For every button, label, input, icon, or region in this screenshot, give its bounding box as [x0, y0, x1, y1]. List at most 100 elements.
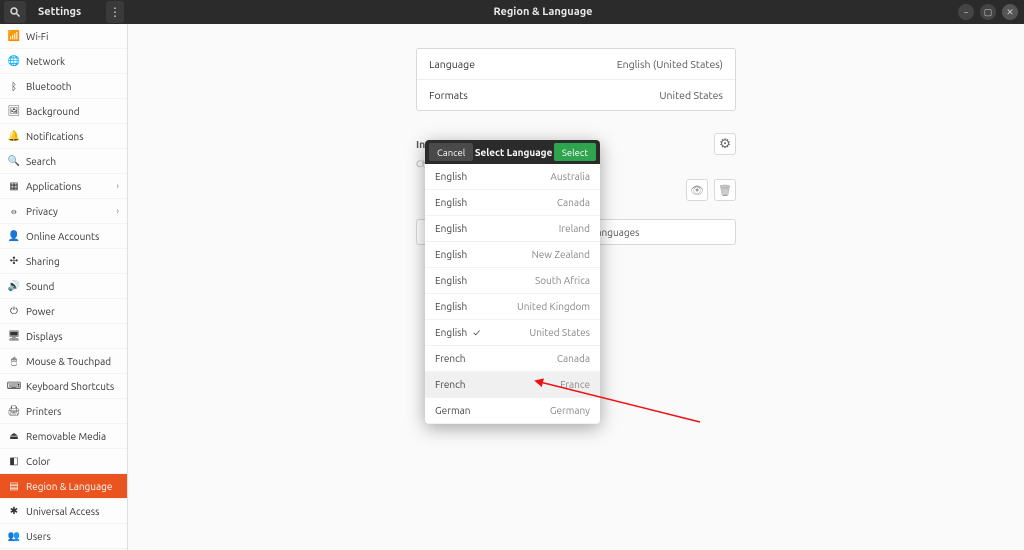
language-name: English [435, 275, 467, 286]
input-sources-settings-button[interactable]: ⚙ [714, 133, 736, 155]
sidebar-item-color[interactable]: ◧ Color [0, 449, 127, 474]
language-name: English [435, 223, 467, 234]
language-region: Germany [550, 405, 590, 416]
sidebar-item-search[interactable]: 🔍Search [0, 149, 127, 174]
maximize-button[interactable]: ▢ [980, 4, 996, 20]
sidebar-item-label: Privacy [26, 206, 110, 217]
sidebar-item-sharing[interactable]: ✣Sharing [0, 249, 127, 274]
sidebar[interactable]: 📶Wi-Fi🌐Network ᛒ Bluetooth 🖼 Background 🔔Noti… [0, 24, 128, 550]
language-option-french-france[interactable]: French France [425, 372, 600, 398]
sidebar-item-icon: ᛒ [8, 81, 20, 92]
sidebar-item-label: Printers [26, 406, 119, 417]
view-layout-button[interactable]: 👁 [686, 179, 708, 201]
region-panel: Language English (United States) Formats… [416, 48, 736, 111]
dialog-language-list[interactable]: EnglishAustraliaEnglishCanadaEnglishIrel… [425, 164, 600, 424]
language-option-english-canada[interactable]: EnglishCanada [425, 190, 600, 216]
sidebar-item-icon: 🖨 [8, 405, 20, 417]
sidebar-item-online-accounts[interactable]: 👤 Online Accounts [0, 224, 127, 249]
sidebar-item-universal-access[interactable]: ✱Universal Access [0, 499, 127, 524]
language-option-french-canada[interactable]: French Canada [425, 346, 600, 372]
sidebar-item-label: Color [26, 456, 119, 467]
sidebar-item-label: Background [26, 106, 119, 117]
sidebar-item-keyboard-shortcuts[interactable]: ⌨Keyboard Shortcuts [0, 374, 127, 399]
sidebar-item-icon: 👤 [8, 230, 20, 242]
sidebar-item-notifications[interactable]: 🔔Notifications [0, 124, 127, 149]
sidebar-item-label: Network [26, 56, 119, 67]
window-controls: − ▢ ✕ [958, 4, 1024, 20]
dialog-header: Cancel Select Language Select [425, 140, 600, 164]
close-icon: ✕ [1006, 7, 1014, 18]
sidebar-item-label: Sound [26, 281, 119, 292]
sidebar-item-region-language[interactable]: ▤Region & Language [0, 474, 127, 499]
sidebar-item-label: Bluetooth [26, 81, 119, 92]
sidebar-item-icon: ▤ [8, 480, 20, 492]
trash-icon: 🗑 [718, 184, 732, 197]
sidebar-item-removable-media[interactable]: ⏏Removable Media [0, 424, 127, 449]
language-region: Australia [550, 171, 590, 182]
remove-layout-button[interactable]: 🗑 [714, 179, 736, 201]
language-region: United Kingdom [517, 301, 590, 312]
sidebar-item-icon: 🖼 [8, 105, 20, 117]
language-name: French [435, 379, 465, 390]
language-name: French [435, 353, 465, 364]
language-name: English [435, 171, 467, 182]
sidebar-item-sound[interactable]: 🔊 Sound [0, 274, 127, 299]
language-region: South Africa [535, 275, 590, 286]
select-language-dialog: Cancel Select Language Select English Aus… [425, 140, 600, 424]
language-region: United States [529, 327, 590, 338]
sidebar-item-network[interactable]: 🌐Network [0, 49, 127, 74]
sidebar-item-icon: ✱ [8, 505, 20, 517]
formats-value: United States [659, 89, 723, 101]
language-region: Canada [557, 353, 590, 364]
language-option-english-australia[interactable]: English Australia [425, 164, 600, 190]
sidebar-item-displays[interactable]: 🖥 Displays [0, 324, 127, 349]
close-button[interactable]: ✕ [1002, 4, 1018, 20]
sidebar-item-icon: 🖥 [8, 330, 20, 342]
sidebar-item-label: Search [26, 156, 119, 167]
sidebar-item-applications[interactable]: ▦Applications› [0, 174, 127, 199]
sidebar-item-icon: 🔊 [8, 280, 20, 292]
sidebar-item-icon: ⏻ [8, 305, 20, 317]
sidebar-item-icon: 👥 [8, 530, 20, 542]
language-option-english-new-zealand[interactable]: EnglishNew Zealand [425, 242, 600, 268]
sidebar-item-bluetooth[interactable]: ᛒ Bluetooth [0, 74, 127, 99]
sidebar-item-icon: ✣ [8, 255, 20, 267]
minimize-button[interactable]: − [958, 4, 974, 20]
sidebar-item-power[interactable]: ⏻Power [0, 299, 127, 324]
hamburger-button[interactable]: ⋮ [106, 1, 124, 23]
sidebar-item-printers[interactable]: 🖨 Printers [0, 399, 127, 424]
formats-row[interactable]: Formats United States [417, 79, 735, 110]
language-region: France [560, 379, 590, 390]
language-row[interactable]: Language English (United States) [417, 49, 735, 79]
check-icon: ✓ [473, 327, 480, 338]
sidebar-item-label: Displays [26, 331, 119, 342]
language-name: English [435, 301, 467, 312]
language-option-german-germany[interactable]: German Germany [425, 398, 600, 424]
sidebar-item-privacy[interactable]: ⦵Privacy› [0, 199, 127, 224]
sidebar-item-mouse-touchpad[interactable]: 🖱Mouse & Touchpad [0, 349, 127, 374]
sidebar-item-label: Users [26, 531, 119, 542]
language-name: German [435, 405, 470, 416]
sidebar-item-icon: ◧ [8, 455, 20, 467]
language-option-english-south-africa[interactable]: English South Africa [425, 268, 600, 294]
sidebar-item-icon: ▦ [8, 180, 20, 192]
sidebar-item-label: Keyboard Shortcuts [26, 381, 119, 392]
gear-icon: ⚙ [719, 136, 731, 152]
sidebar-item-background[interactable]: 🖼 Background [0, 99, 127, 124]
sidebar-item-label: Notifications [26, 131, 119, 142]
sidebar-item-wi-fi[interactable]: 📶Wi-Fi [0, 24, 127, 49]
sidebar-item-users[interactable]: 👥 Users [0, 524, 127, 549]
language-option-english-ireland[interactable]: EnglishIreland [425, 216, 600, 242]
dialog-title: Select Language [473, 147, 554, 158]
eye-icon: 👁 [690, 184, 704, 197]
search-button[interactable] [4, 1, 26, 23]
dialog-select-button[interactable]: Select [554, 143, 596, 161]
language-option-english-united-kingdom[interactable]: English United Kingdom [425, 294, 600, 320]
language-option-english-united-states[interactable]: English ✓United States [425, 320, 600, 346]
page-title: Region & Language [128, 6, 958, 18]
language-region: New Zealand [532, 249, 590, 260]
sidebar-item-label: Online Accounts [26, 231, 119, 242]
sidebar-item-icon: 🖱 [8, 355, 20, 367]
search-icon [9, 6, 21, 18]
dialog-cancel-button[interactable]: Cancel [429, 143, 473, 161]
